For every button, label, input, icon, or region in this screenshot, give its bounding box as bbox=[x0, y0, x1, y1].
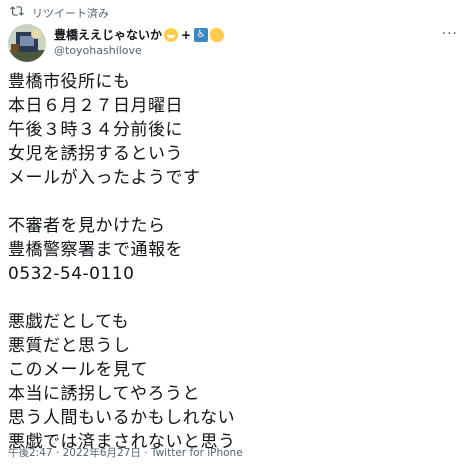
tweet-line bbox=[8, 190, 236, 214]
tweet-line: 悪戯だとしても bbox=[8, 312, 130, 332]
tweet-line: 女児を誘拐するという bbox=[8, 144, 183, 164]
tweet-client[interactable]: Twitter for iPhone bbox=[151, 447, 243, 459]
tweet-metadata: 午後2:47 · 2022年6月27日 · Twitter for iPhone bbox=[8, 445, 243, 460]
tweet-line: 本日６月２７日月曜日 bbox=[8, 96, 183, 116]
tweet-line: 思う人間もいるかもしれない bbox=[8, 408, 236, 428]
retweet-indicator: リツイート済み bbox=[10, 4, 109, 21]
tweet-line: 豊橋警察署まで通報を bbox=[8, 240, 183, 260]
tweet-line: メールが入ったようです bbox=[8, 168, 201, 188]
retweet-label: リツイート済み bbox=[32, 6, 109, 20]
tweet-line: 本当に誘拐してやろうと bbox=[8, 384, 200, 404]
user-info: 豊橋ええじゃないか + ♿ @toyohashilove bbox=[54, 27, 225, 59]
plus-sign: + bbox=[181, 28, 192, 42]
restroom-emoji-icon: ♿ bbox=[194, 28, 209, 42]
tweet-line: 午後３時３４分前後に bbox=[8, 120, 183, 140]
user-handle[interactable]: @toyohashilove bbox=[54, 43, 224, 59]
tweet-line bbox=[8, 286, 236, 310]
more-options-button[interactable]: ··· bbox=[442, 26, 458, 42]
tweet-text: 豊橋市役所にも 本日６月２７日月曜日 午後３時３４分前後に 女児を誘拐するという… bbox=[8, 70, 236, 454]
display-name-text: 豊橋ええじゃないか bbox=[54, 28, 163, 42]
meta-separator: · bbox=[55, 447, 60, 459]
phone-number[interactable]: 0532-54-0110 bbox=[8, 262, 236, 286]
tweet-date[interactable]: 2022年6月27日 bbox=[63, 447, 141, 459]
tweet-line: 豊橋市役所にも bbox=[8, 72, 131, 92]
tweet-line: 悪質だと思うし bbox=[8, 336, 131, 356]
smile-emoji-icon bbox=[164, 28, 179, 42]
avatar[interactable] bbox=[8, 24, 46, 62]
tweet-line: 不審者を見かけたら bbox=[8, 216, 166, 236]
retweet-icon bbox=[10, 4, 24, 21]
meta-separator: · bbox=[144, 447, 148, 459]
tweet-line: このメールを見て bbox=[8, 360, 148, 380]
display-name[interactable]: 豊橋ええじゃないか + ♿ bbox=[54, 27, 225, 43]
clap-emoji-icon bbox=[210, 28, 225, 42]
tweet-time[interactable]: 午後2:47 bbox=[8, 447, 53, 459]
